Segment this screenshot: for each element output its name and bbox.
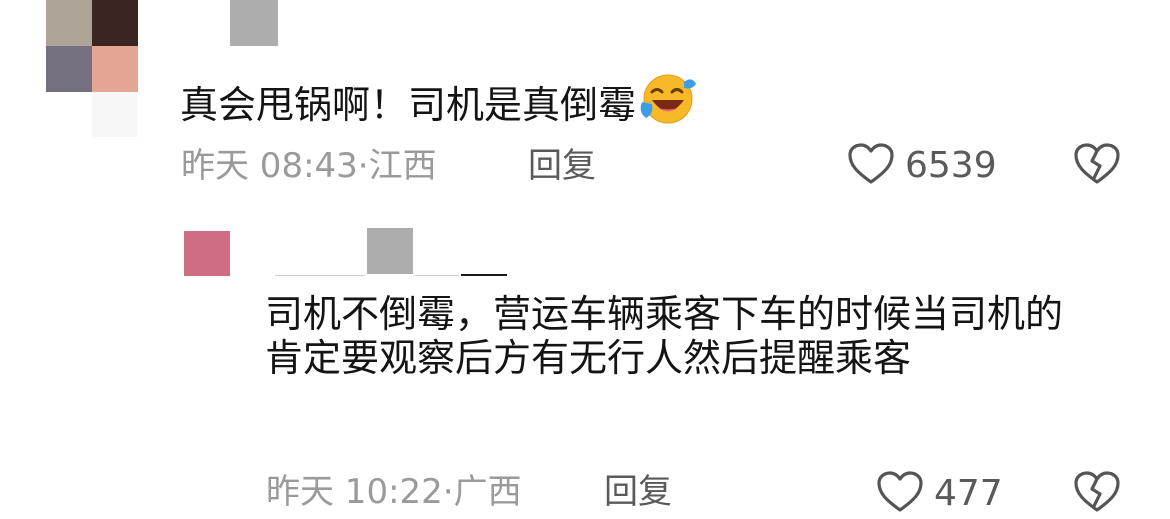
reply-time: 昨天 10:22 [266,472,443,512]
reply-meta: 昨天 10:22·广西 [266,472,522,512]
comment-reply-button[interactable]: 回复 [528,146,596,186]
comment-location: 江西 [368,146,437,186]
comment-text-content: 真会甩锅啊！司机是真倒霉 [180,83,637,127]
broken-heart-outline-icon [1073,143,1121,190]
comment-time: 昨天 08:43 [181,146,358,186]
avatar[interactable] [46,0,138,137]
reply-dislike-button[interactable] [1073,470,1121,518]
comment-dislike-button[interactable] [1073,142,1121,190]
comment-like-count: 6539 [905,145,997,186]
reply-username[interactable] [275,228,507,278]
reply-text: 司机不倒霉，营运车辆乘客下车的时候当司机的肯定要观察后方有无行人然后提醒乘客 [265,292,1064,380]
heart-outline-icon [876,470,924,518]
reply-like-button[interactable]: 477 [876,470,1003,518]
reply-reply-button[interactable]: 回复 [604,472,672,512]
comment-meta: 昨天 08:43·江西 [181,146,437,186]
reply-location: 广西 [453,472,522,512]
grinning-with-tears-emoji-icon [638,72,697,135]
broken-heart-outline-icon [1073,471,1121,518]
comment-text: 真会甩锅啊！司机是真倒霉 [180,74,697,139]
meta-separator: · [357,146,369,186]
comment-like-button[interactable]: 6539 [847,142,997,190]
username[interactable] [230,0,278,46]
reply-avatar[interactable] [184,231,230,276]
heart-outline-icon [847,142,895,190]
reply-like-count: 477 [934,473,1003,514]
meta-separator: · [442,472,454,512]
